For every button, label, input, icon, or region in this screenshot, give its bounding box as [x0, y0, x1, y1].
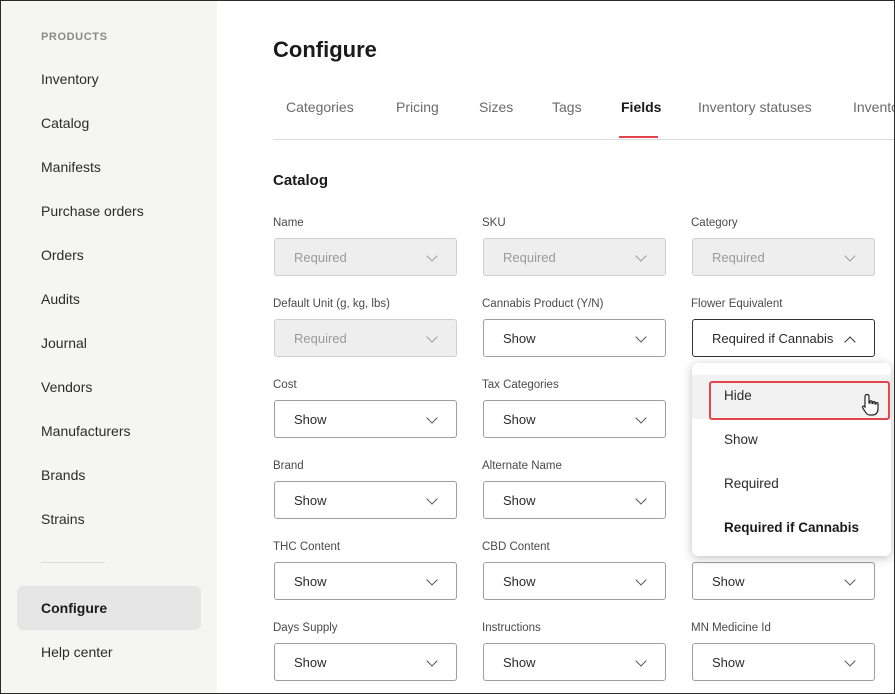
- name-select-value: Required: [294, 250, 347, 265]
- field-label-mn-medicine-id: MN Medicine Id: [691, 622, 771, 634]
- flower-equivalent-select[interactable]: Required if Cannabis: [692, 319, 875, 357]
- tab-inventory-more[interactable]: Invento: [853, 99, 894, 115]
- field-label-alternate-name: Alternate Name: [482, 460, 562, 472]
- category-select: Required: [692, 238, 875, 276]
- chevron-down-icon: [426, 250, 438, 262]
- field-label-brand: Brand: [273, 460, 304, 472]
- cbd-content-select-value: Show: [503, 574, 536, 589]
- field-label-default-unit: Default Unit (g, kg, lbs): [273, 298, 390, 310]
- cbd-content-select[interactable]: Show: [483, 562, 666, 600]
- default-unit-select-value: Required: [294, 331, 347, 346]
- field-label-cbd-content: CBD Content: [482, 541, 550, 553]
- sidebar-item-orders[interactable]: Orders: [41, 247, 84, 263]
- page-title: Configure: [273, 37, 377, 62]
- sku-select-value: Required: [503, 250, 556, 265]
- chevron-down-icon: [635, 493, 647, 505]
- dropdown-option-label: Required if Cannabis: [724, 520, 860, 535]
- mn-medicine-id-select[interactable]: Show: [692, 643, 875, 681]
- flower-equivalent-select-value: Required if Cannabis: [712, 331, 834, 346]
- chevron-down-icon: [426, 574, 438, 586]
- category-select-value: Required: [712, 250, 765, 265]
- default-unit-select: Required: [274, 319, 457, 357]
- field-label-cannabis-product: Cannabis Product (Y/N): [482, 298, 604, 310]
- chevron-down-icon: [635, 574, 647, 586]
- sidebar-item-vendors[interactable]: Vendors: [41, 379, 92, 395]
- brand-select[interactable]: Show: [274, 481, 457, 519]
- chevron-down-icon: [426, 412, 438, 424]
- instructions-select[interactable]: Show: [483, 643, 666, 681]
- field-label-name: Name: [273, 217, 304, 229]
- field-label-tax-categories: Tax Categories: [482, 379, 559, 391]
- hand-pointer-icon: [861, 393, 879, 416]
- sidebar-item-purchase-orders[interactable]: Purchase orders: [41, 203, 144, 219]
- field-label-thc-content: THC Content: [273, 541, 341, 553]
- tab-categories[interactable]: Categories: [286, 99, 354, 115]
- cost-select-value: Show: [294, 412, 327, 427]
- tax-categories-select-value: Show: [503, 412, 536, 427]
- field-label-cost: Cost: [273, 379, 297, 391]
- tax-categories-select[interactable]: Show: [483, 400, 666, 438]
- field-label-category: Category: [691, 217, 738, 229]
- sidebar-item-manufacturers[interactable]: Manufacturers: [41, 423, 130, 439]
- chevron-down-icon: [635, 250, 647, 262]
- chevron-down-icon: [844, 655, 856, 667]
- tab-fields[interactable]: Fields: [621, 99, 661, 115]
- name-select: Required: [274, 238, 457, 276]
- brand-select-value: Show: [294, 493, 327, 508]
- tab-active-indicator: [619, 136, 658, 138]
- field-label-instructions: Instructions: [482, 622, 541, 634]
- tab-pricing[interactable]: Pricing: [396, 99, 439, 115]
- row5-col3-select-value: Show: [712, 574, 745, 589]
- thc-content-select-value: Show: [294, 574, 327, 589]
- dropdown-option-required-if-cannabis[interactable]: Required if Cannabis: [692, 507, 891, 551]
- tab-sizes[interactable]: Sizes: [479, 99, 513, 115]
- sidebar-item-inventory[interactable]: Inventory: [41, 71, 99, 87]
- field-label-days-supply: Days Supply: [273, 622, 338, 634]
- field-label-flower-equivalent: Flower Equivalent: [691, 298, 783, 310]
- tab-bar: Categories Pricing Sizes Tags Fields Inv…: [273, 99, 894, 140]
- tab-tags[interactable]: Tags: [552, 99, 582, 115]
- chevron-down-icon: [844, 250, 856, 262]
- days-supply-select[interactable]: Show: [274, 643, 457, 681]
- instructions-select-value: Show: [503, 655, 536, 670]
- sidebar-item-configure[interactable]: Configure: [17, 586, 201, 630]
- chevron-down-icon: [426, 331, 438, 343]
- sku-select: Required: [483, 238, 666, 276]
- sidebar-item-manifests[interactable]: Manifests: [41, 159, 101, 175]
- sidebar-divider: [41, 562, 105, 563]
- sidebar-item-audits[interactable]: Audits: [41, 291, 80, 307]
- chevron-down-icon: [426, 655, 438, 667]
- chevron-up-icon: [844, 336, 856, 348]
- sidebar-item-strains[interactable]: Strains: [41, 511, 85, 527]
- thc-content-select[interactable]: Show: [274, 562, 457, 600]
- days-supply-select-value: Show: [294, 655, 327, 670]
- section-title-catalog: Catalog: [273, 172, 329, 189]
- cannabis-product-select[interactable]: Show: [483, 319, 666, 357]
- row5-col3-select[interactable]: Show: [692, 562, 875, 600]
- chevron-down-icon: [844, 574, 856, 586]
- chevron-down-icon: [426, 493, 438, 505]
- sidebar-item-catalog[interactable]: Catalog: [41, 115, 89, 131]
- dropdown-option-label: Required: [724, 476, 779, 491]
- sidebar-item-journal[interactable]: Journal: [41, 335, 87, 351]
- sidebar-item-configure-label: Configure: [41, 600, 108, 616]
- field-label-sku: SKU: [482, 217, 506, 229]
- sidebar-section-products: PRODUCTS: [41, 31, 108, 43]
- app-window: PRODUCTS Inventory Catalog Manifests Pur…: [0, 0, 895, 694]
- dropdown-option-label: Show: [724, 432, 758, 447]
- chevron-down-icon: [635, 412, 647, 424]
- alternate-name-select-value: Show: [503, 493, 536, 508]
- dropdown-option-required[interactable]: Required: [692, 463, 891, 507]
- sidebar-item-brands[interactable]: Brands: [41, 467, 85, 483]
- chevron-down-icon: [635, 331, 647, 343]
- chevron-down-icon: [635, 655, 647, 667]
- sidebar: PRODUCTS Inventory Catalog Manifests Pur…: [1, 1, 217, 693]
- alternate-name-select[interactable]: Show: [483, 481, 666, 519]
- sidebar-item-help-center[interactable]: Help center: [41, 644, 113, 660]
- mn-medicine-id-select-value: Show: [712, 655, 745, 670]
- dropdown-option-show[interactable]: Show: [692, 419, 891, 463]
- cannabis-product-select-value: Show: [503, 331, 536, 346]
- cost-select[interactable]: Show: [274, 400, 457, 438]
- tab-inventory-statuses[interactable]: Inventory statuses: [698, 99, 812, 115]
